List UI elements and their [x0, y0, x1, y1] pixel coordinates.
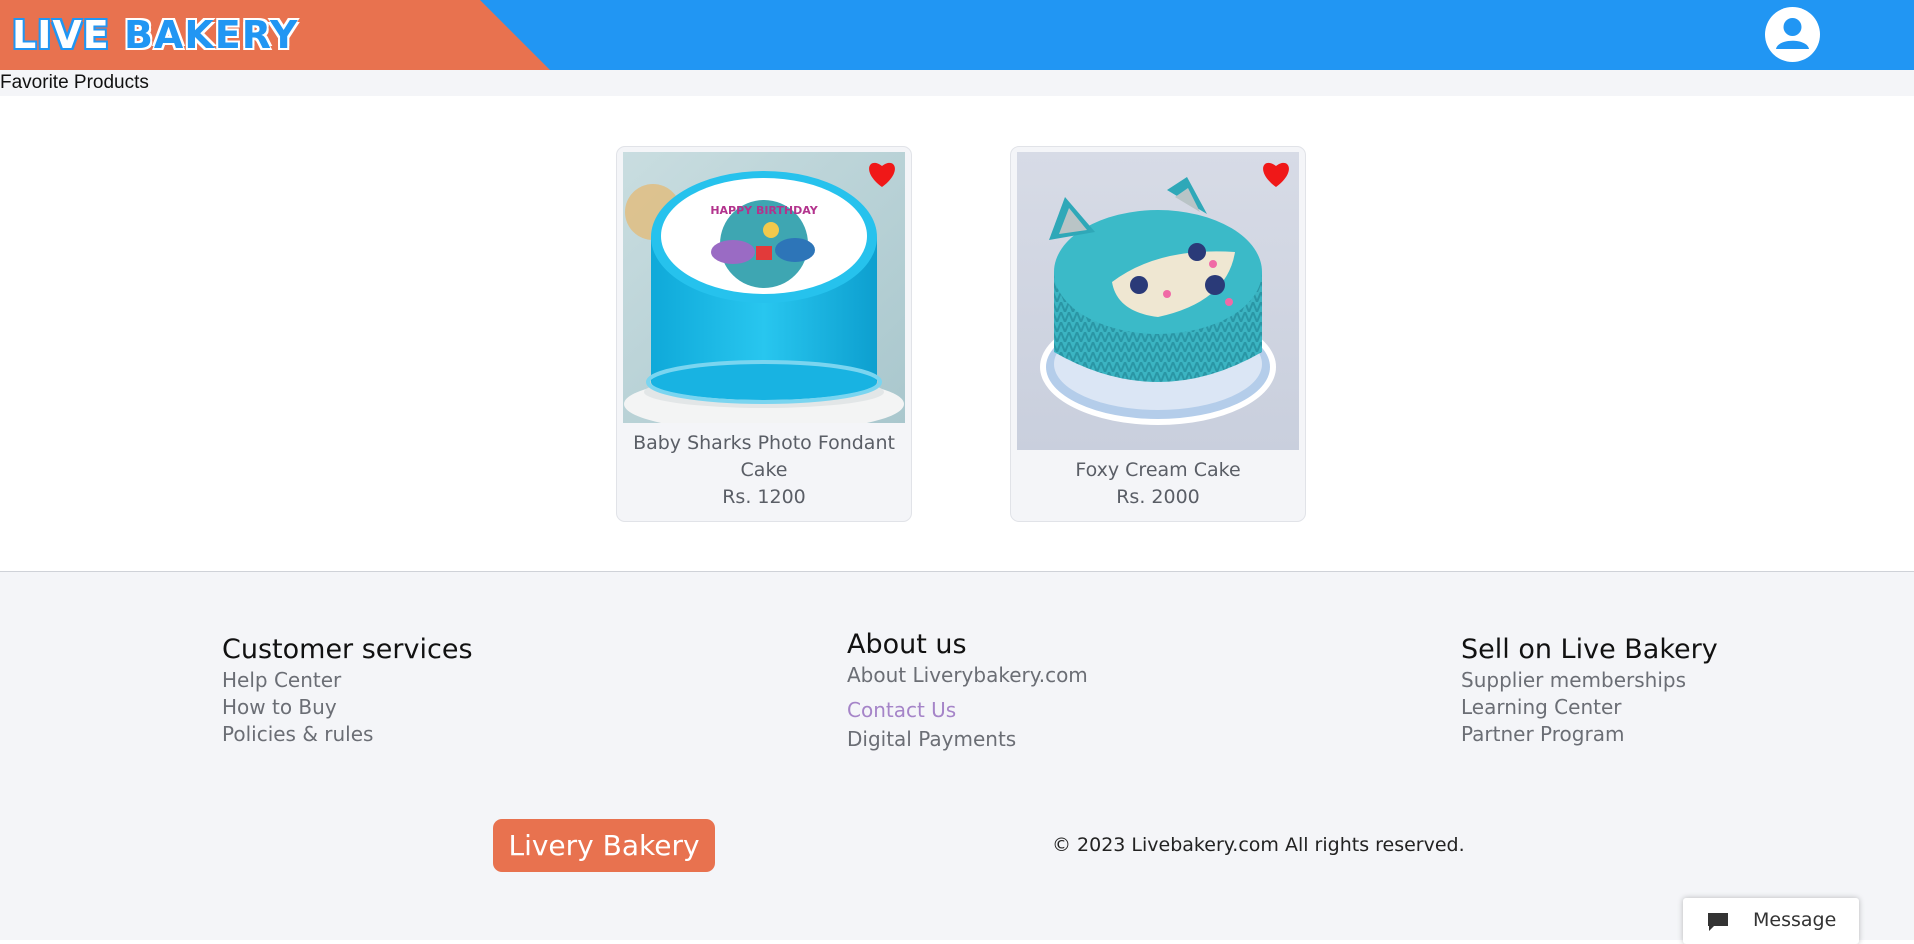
page-title: Favorite Products: [0, 72, 149, 93]
product-price: Rs. 1200: [722, 486, 806, 508]
site-logo[interactable]: LIVE BAKERY: [12, 12, 298, 58]
footer-heading: Sell on Live Bakery: [1461, 634, 1718, 665]
user-account-button[interactable]: [1765, 7, 1820, 62]
footer-link-policies[interactable]: Policies & rules: [222, 721, 473, 748]
cake-photo-foxy-cream: [1017, 152, 1299, 450]
footer-column-about-us: About us About Liverybakery.com Contact …: [847, 628, 1088, 753]
svg-text:HAPPY BIRTHDAY: HAPPY BIRTHDAY: [710, 204, 818, 217]
message-chat-button[interactable]: Message: [1683, 898, 1859, 944]
footer-link-contact-us[interactable]: Contact Us: [847, 697, 1088, 724]
chat-bubble-icon: [1708, 913, 1728, 931]
product-image[interactable]: [1017, 152, 1299, 450]
footer-column-sell: Sell on Live Bakery Supplier memberships…: [1461, 633, 1718, 748]
site-footer: [0, 571, 1914, 940]
copyright-text: © 2023 Livebakery.com All rights reserve…: [1052, 834, 1465, 856]
footer-link-digital-payments[interactable]: Digital Payments: [847, 726, 1088, 753]
logo-word-live: LIVE: [12, 13, 110, 57]
favorite-heart-icon[interactable]: [1261, 160, 1291, 188]
product-card[interactable]: Foxy Cream Cake Rs. 2000: [1010, 146, 1306, 522]
message-label: Message: [1753, 909, 1837, 931]
site-header: LIVE BAKERY: [0, 0, 1914, 70]
user-icon: [1776, 18, 1809, 49]
livery-bakery-button[interactable]: Livery Bakery: [493, 819, 715, 872]
footer-link-supplier-memberships[interactable]: Supplier memberships: [1461, 667, 1718, 694]
cake-photo-baby-sharks: HAPPY BIRTHDAY: [623, 152, 905, 423]
page-title-bar: Favorite Products: [0, 70, 1914, 96]
footer-link-partner-program[interactable]: Partner Program: [1461, 721, 1718, 748]
favorite-heart-icon[interactable]: [867, 160, 897, 188]
footer-link-learning-center[interactable]: Learning Center: [1461, 694, 1718, 721]
footer-heading: About us: [847, 629, 967, 660]
product-name[interactable]: Baby Sharks Photo Fondant Cake: [625, 430, 903, 484]
footer-link-about[interactable]: About Liverybakery.com: [847, 662, 1088, 689]
footer-link-help-center[interactable]: Help Center: [222, 667, 473, 694]
footer-link-how-to-buy[interactable]: How to Buy: [222, 694, 473, 721]
logo-word-bakery: BAKERY: [123, 13, 299, 57]
product-image[interactable]: HAPPY BIRTHDAY: [623, 152, 905, 423]
product-card[interactable]: HAPPY BIRTHDAY Baby Sharks Photo Fondant…: [616, 146, 912, 522]
product-price: Rs. 2000: [1116, 486, 1200, 508]
footer-heading: Customer services: [222, 634, 473, 665]
footer-column-customer-services: Customer services Help Center How to Buy…: [222, 633, 473, 748]
product-name[interactable]: Foxy Cream Cake: [1019, 457, 1297, 484]
